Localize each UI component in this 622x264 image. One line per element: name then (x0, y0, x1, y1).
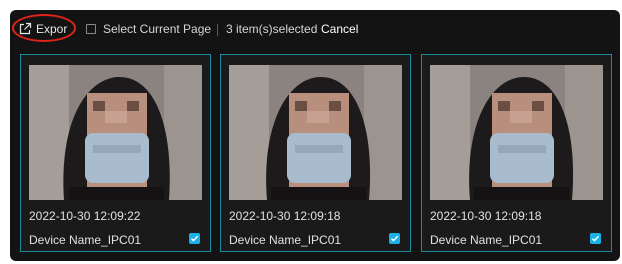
checkbox-icon (86, 24, 96, 34)
capture-card[interactable]: 2022-10-30 12:09:18 Device Name_IPC01 (220, 54, 411, 252)
select-current-page-label: Select Current Page (103, 22, 212, 36)
export-label: Expor (36, 22, 68, 36)
capture-card[interactable]: 2022-10-30 12:09:22 Device Name_IPC01 (20, 54, 211, 252)
face-snapshot-image (29, 65, 202, 200)
export-button[interactable]: Expor (18, 19, 67, 39)
selected-count: 3 item(s)selected (226, 22, 318, 36)
card-checkbox[interactable] (590, 233, 601, 244)
toolbar: Expor Select Current Page 3 item(s)selec… (10, 10, 620, 50)
device-name: Device Name_IPC01 (430, 233, 543, 247)
device-name: Device Name_IPC01 (229, 233, 342, 247)
card-checkbox[interactable] (389, 233, 400, 244)
capture-timestamp: 2022-10-30 12:09:18 (229, 209, 341, 223)
divider (217, 24, 218, 36)
select-current-page-checkbox[interactable]: Select Current Page (86, 22, 211, 36)
cancel-button[interactable]: Cancel (321, 22, 358, 36)
card-checkbox[interactable] (189, 233, 200, 244)
device-name: Device Name_IPC01 (29, 233, 142, 247)
face-snapshot-image (430, 65, 603, 200)
export-icon (19, 22, 32, 35)
capture-panel: Expor Select Current Page 3 item(s)selec… (10, 10, 620, 261)
capture-card[interactable]: 2022-10-30 12:09:18 Device Name_IPC01 (421, 54, 612, 252)
check-icon (591, 235, 600, 242)
check-icon (390, 235, 399, 242)
face-snapshot-image (229, 65, 402, 200)
check-icon (190, 235, 199, 242)
capture-timestamp: 2022-10-30 12:09:18 (430, 209, 542, 223)
capture-timestamp: 2022-10-30 12:09:22 (29, 209, 141, 223)
